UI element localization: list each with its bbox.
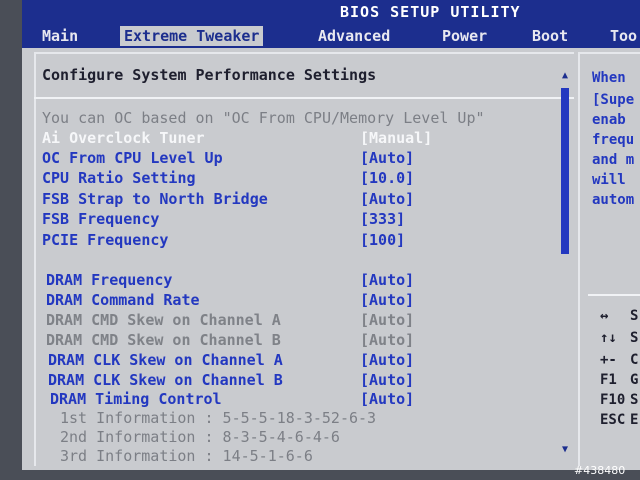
info-text: 3rd Information : 14-5-1-6-6 bbox=[60, 447, 313, 465]
key-f1: F1 bbox=[600, 372, 617, 388]
help-text-line: autom bbox=[592, 192, 635, 208]
setting-value[interactable]: [Auto] bbox=[360, 148, 414, 168]
setting-value[interactable]: [10.0] bbox=[360, 168, 414, 188]
section-title: Configure System Performance Settings bbox=[42, 66, 377, 84]
key-desc: S bbox=[630, 392, 639, 408]
menu-tab-advanced[interactable]: Advanced bbox=[314, 26, 394, 46]
scroll-up-icon[interactable]: ▲ bbox=[559, 70, 571, 82]
info-text: 2nd Information : 8-3-5-4-6-4-6 bbox=[60, 428, 340, 446]
bios-screen: BIOS SETUP UTILITY Main Extreme Tweaker … bbox=[22, 0, 640, 470]
setting-label: DRAM CMD Skew on Channel A bbox=[46, 311, 281, 329]
key-desc: S bbox=[630, 308, 639, 324]
scroll-down-icon[interactable]: ▼ bbox=[559, 444, 571, 456]
help-text-line: frequ bbox=[592, 132, 635, 148]
help-text-line: will bbox=[592, 172, 626, 188]
scroll-thumb[interactable] bbox=[561, 88, 569, 254]
setting-value[interactable]: [Auto] bbox=[360, 370, 414, 390]
menu-bar: Main Extreme Tweaker Advanced Power Boot… bbox=[22, 24, 640, 48]
setting-value[interactable]: [Auto] bbox=[360, 290, 414, 310]
setting-label: DRAM Command Rate bbox=[46, 291, 200, 309]
setting-label: DRAM CLK Skew on Channel B bbox=[48, 371, 283, 389]
menu-tab-extreme-tweaker[interactable]: Extreme Tweaker bbox=[120, 26, 264, 46]
window-title: BIOS SETUP UTILITY bbox=[340, 3, 521, 21]
menu-tab-power[interactable]: Power bbox=[438, 26, 491, 46]
setting-value[interactable]: [100] bbox=[360, 230, 405, 250]
menu-tab-main[interactable]: Main bbox=[38, 26, 82, 46]
setting-value: [Auto] bbox=[360, 331, 415, 349]
scrollbar[interactable]: ▲ ▼ bbox=[558, 70, 572, 460]
setting-label: OC From CPU Level Up bbox=[42, 149, 223, 167]
setting-value[interactable]: [Auto] bbox=[360, 189, 414, 209]
key-arrows-lr: ↔ bbox=[600, 308, 609, 324]
setting-label: FSB Strap to North Bridge bbox=[42, 190, 268, 208]
help-text-line: [Supe bbox=[592, 92, 635, 108]
setting-value[interactable]: [Manual] bbox=[360, 128, 432, 148]
key-plus-minus: +- bbox=[600, 352, 617, 368]
help-text-line: enab bbox=[592, 112, 626, 128]
help-text-line: When bbox=[592, 70, 626, 86]
title-bar: BIOS SETUP UTILITY bbox=[22, 0, 640, 24]
key-desc: E bbox=[630, 412, 639, 428]
key-esc: ESC bbox=[600, 412, 626, 428]
info-text: 1st Information : 5-5-5-18-3-52-6-3 bbox=[60, 409, 377, 427]
key-desc: G bbox=[630, 372, 639, 388]
setting-label: DRAM CMD Skew on Channel B bbox=[46, 331, 281, 349]
setting-label: DRAM Frequency bbox=[46, 271, 173, 289]
oc-note-text: You can OC based on "OC From CPU/Memory … bbox=[42, 109, 485, 127]
setting-label: CPU Ratio Setting bbox=[42, 169, 196, 187]
help-text-line: and m bbox=[592, 152, 635, 168]
setting-value[interactable]: [333] bbox=[360, 209, 405, 229]
key-desc: C bbox=[630, 352, 639, 368]
panel-divider bbox=[34, 97, 574, 99]
setting-label: FSB Frequency bbox=[42, 210, 160, 228]
key-arrows-ud: ↑↓ bbox=[600, 330, 617, 346]
help-panel: When [Supe enab frequ and m will autom ↔… bbox=[578, 52, 640, 466]
setting-value[interactable]: [Auto] bbox=[360, 270, 414, 290]
key-f10: F10 bbox=[600, 392, 626, 408]
setting-value[interactable]: [Auto] bbox=[360, 350, 414, 370]
setting-value: [Auto] bbox=[360, 311, 415, 329]
help-divider bbox=[588, 294, 640, 296]
key-desc: S bbox=[630, 330, 639, 346]
watermark: #438480 bbox=[574, 464, 626, 477]
setting-label: DRAM CLK Skew on Channel A bbox=[48, 351, 283, 369]
menu-tab-boot[interactable]: Boot bbox=[528, 26, 572, 46]
setting-label: Ai Overclock Tuner bbox=[42, 129, 205, 147]
menu-tab-tools[interactable]: Too bbox=[606, 26, 640, 46]
setting-label: PCIE Frequency bbox=[42, 231, 169, 249]
setting-value[interactable]: [Auto] bbox=[360, 389, 414, 409]
setting-label: DRAM Timing Control bbox=[50, 390, 222, 408]
